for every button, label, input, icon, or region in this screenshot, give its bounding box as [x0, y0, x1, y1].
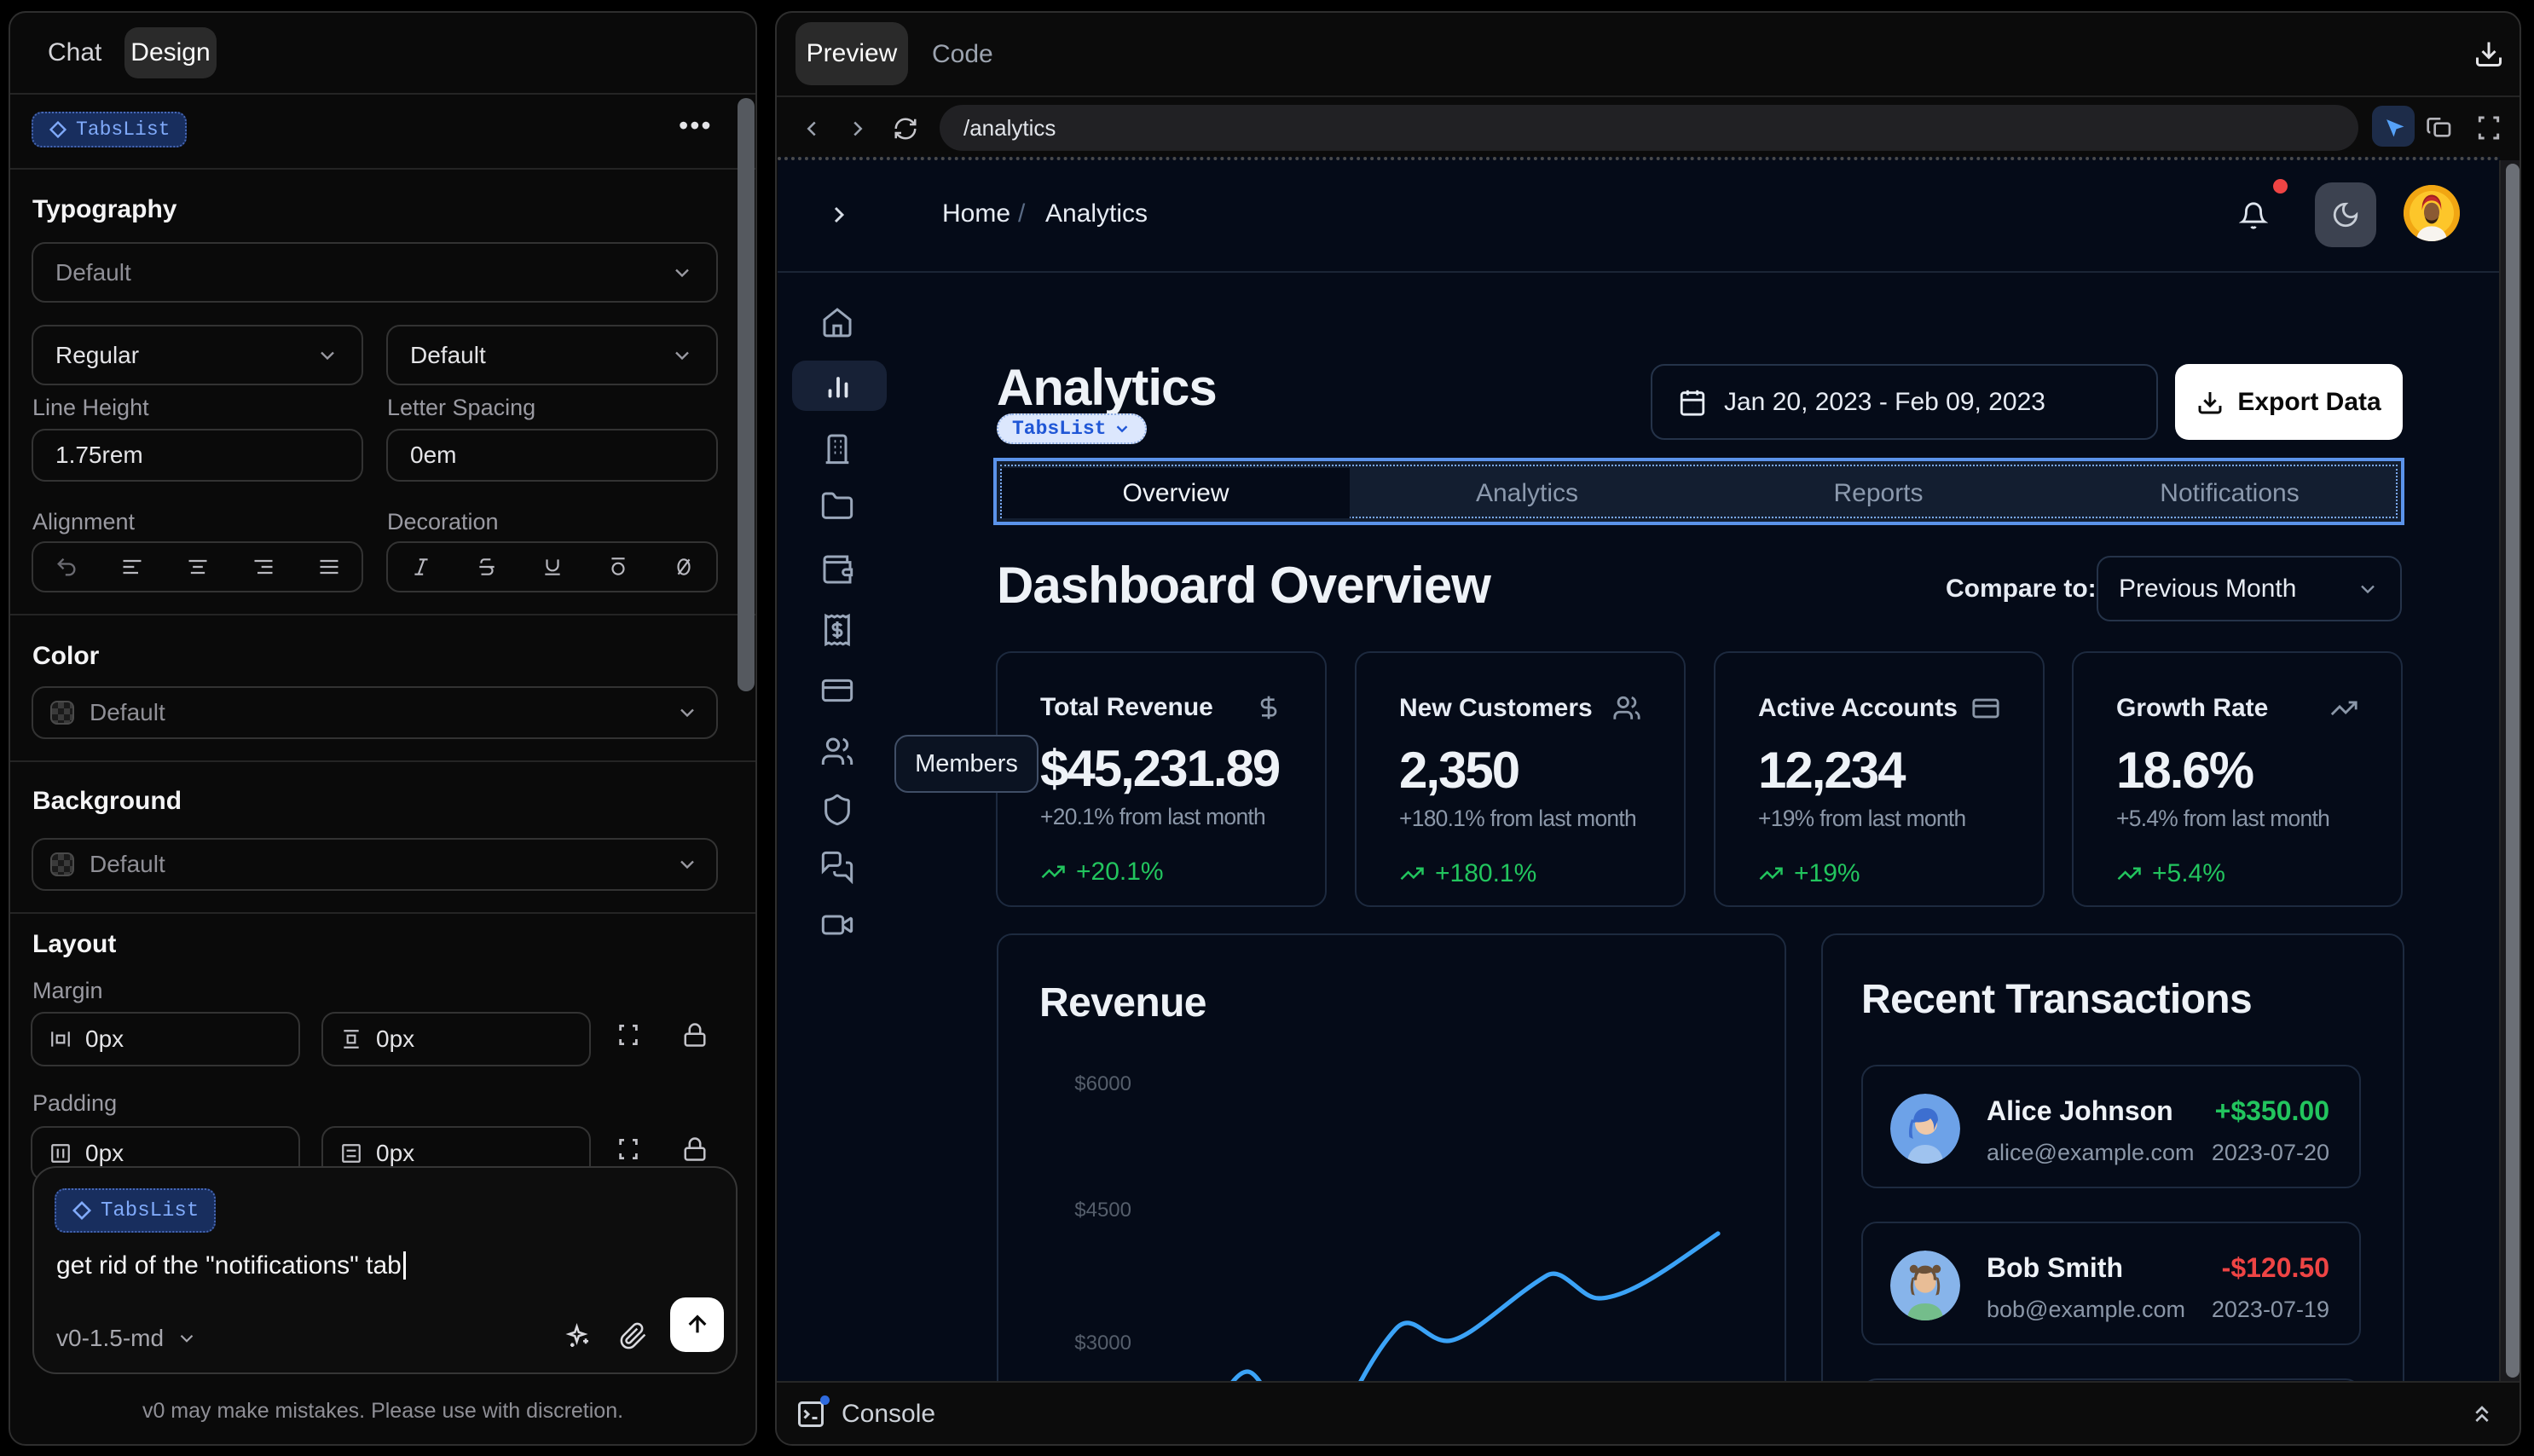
svg-text:$6000: $6000	[1074, 1072, 1131, 1095]
svg-text:$4500: $4500	[1074, 1199, 1131, 1222]
svg-text:$3000: $3000	[1074, 1332, 1131, 1355]
